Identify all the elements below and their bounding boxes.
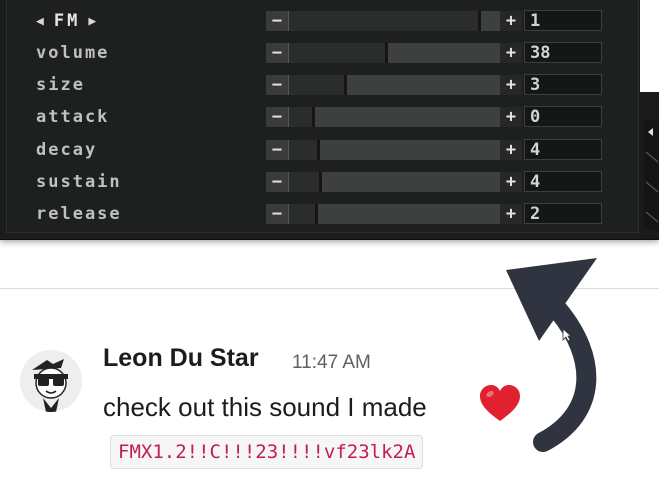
sustain-slider-handle[interactable] [319,172,322,192]
param-row-attack: attack − + 0 [0,105,640,129]
sustain-minus-button[interactable]: − [266,172,288,192]
size-slider-fill [289,75,346,95]
release-value[interactable]: 2 [524,203,602,224]
avatar-image [20,350,82,412]
message-timestamp[interactable]: 11:47 AM [292,352,371,374]
size-value[interactable]: 3 [524,74,602,95]
cursor-icon [562,328,572,342]
release-minus-button[interactable]: − [266,204,288,224]
volume-slider-fill [289,43,387,63]
attack-plus-button[interactable]: + [500,107,522,127]
size-plus-button[interactable]: + [500,75,522,95]
size-minus-button[interactable]: − [266,75,288,95]
avatar[interactable] [20,350,82,412]
volume-value[interactable]: 38 [524,42,602,63]
decay-plus-button[interactable]: + [500,140,522,160]
mode-slider-handle[interactable] [478,11,481,31]
sustain-slider-fill [289,172,321,192]
param-label-decay: decay [36,140,98,160]
message-author[interactable]: Leon Du Star [103,344,259,373]
volume-plus-button[interactable]: + [500,43,522,63]
message-text: check out this sound I made [103,392,427,422]
param-row-sustain: sustain − + 4 [0,170,640,194]
attack-value[interactable]: 0 [524,106,602,127]
volume-minus-button[interactable]: − [266,43,288,63]
mode-minus-button[interactable]: − [266,11,288,31]
decay-value[interactable]: 4 [524,139,602,160]
curved-arrow-icon [506,258,597,452]
param-label-release: release [36,204,122,224]
arrow-right-icon[interactable]: ▶ [88,14,98,29]
sustain-slider[interactable] [288,172,501,192]
side-scroll-decoration [644,120,659,230]
param-label-sustain: sustain [36,172,122,192]
attack-slider-handle[interactable] [312,107,315,127]
mode-value[interactable]: 1 [524,10,602,31]
decay-slider-handle[interactable] [317,140,320,160]
mode-slider[interactable] [288,11,501,31]
volume-slider-handle[interactable] [385,43,388,63]
param-row-volume: volume − + 38 [0,41,640,65]
mode-row: ◀ FM ▶ − + 1 [0,9,640,33]
release-slider-fill [289,204,317,224]
decay-slider[interactable] [288,140,501,160]
param-label-attack: attack [36,107,110,127]
release-slider-handle[interactable] [315,204,318,224]
decay-minus-button[interactable]: − [266,140,288,160]
attack-slider-fill [289,107,314,127]
inline-code: FMX1.2!!C!!!23!!!!vf23lk2A [110,435,424,469]
sustain-value[interactable]: 4 [524,171,602,192]
mode-selector: ◀ FM ▶ [36,11,98,31]
release-plus-button[interactable]: + [500,204,522,224]
mode-slider-fill [289,11,480,31]
attack-minus-button[interactable]: − [266,107,288,127]
size-slider[interactable] [288,75,501,95]
release-slider[interactable] [288,204,501,224]
param-label-size: size [36,75,85,95]
sustain-plus-button[interactable]: + [500,172,522,192]
attack-slider[interactable] [288,107,501,127]
volume-slider[interactable] [288,43,501,63]
param-row-release: release − + 2 [0,202,640,226]
decay-slider-fill [289,140,319,160]
mode-plus-button[interactable]: + [500,11,522,31]
param-row-size: size − + 3 [0,73,640,97]
synth-panel: ◀ FM ▶ − + 1 volume − + 38 size − + 3 at… [0,0,659,240]
side-white-area [640,0,659,92]
param-label-volume: volume [36,43,110,63]
param-row-decay: decay − + 4 [0,138,640,162]
size-slider-handle[interactable] [344,75,347,95]
mode-label: FM [53,11,81,31]
arrow-left-icon[interactable]: ◀ [36,14,46,29]
